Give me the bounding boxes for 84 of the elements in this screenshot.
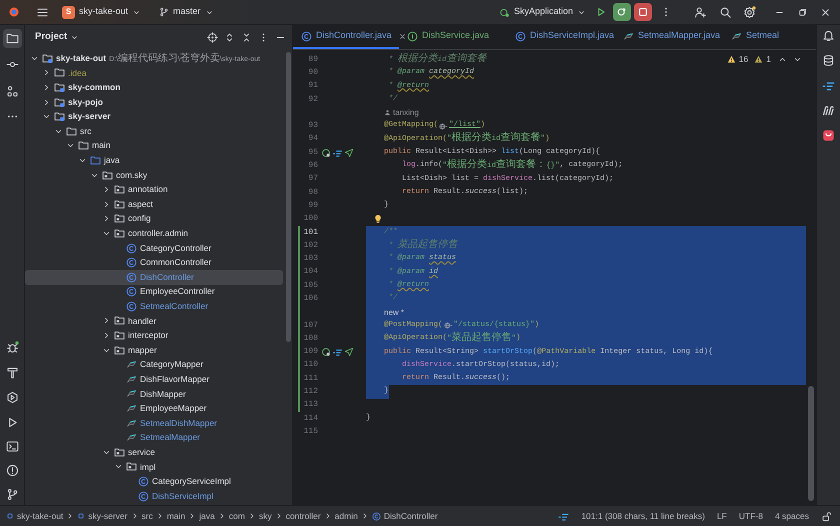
tree-item[interactable]: src bbox=[25, 124, 283, 139]
tree-item[interactable]: java bbox=[25, 153, 283, 168]
line-number: 94 bbox=[307, 133, 318, 146]
tree-item[interactable]: config bbox=[25, 212, 283, 226]
tree-item[interactable]: annotation bbox=[25, 182, 283, 197]
editor-tab[interactable]: DishServiceImpl.java bbox=[507, 25, 615, 49]
tree-item[interactable]: SetmealDishMapper bbox=[25, 416, 283, 430]
tree-item[interactable]: EmployeeController bbox=[25, 284, 283, 300]
project-badge: S bbox=[62, 6, 75, 18]
tree-item[interactable]: SetmealMapper bbox=[25, 430, 283, 446]
tree-item[interactable]: sky-common bbox=[25, 80, 283, 95]
line-number: 113 bbox=[302, 399, 318, 412]
tree-item[interactable]: handler bbox=[25, 314, 283, 328]
tree-item[interactable]: mapper bbox=[25, 342, 283, 358]
line-number: 106 bbox=[302, 292, 318, 305]
line-number: 110 bbox=[302, 359, 318, 372]
line-number: 109 bbox=[302, 346, 318, 358]
editor-tab[interactable]: DishController.java bbox=[293, 25, 399, 49]
line-number: 93 bbox=[307, 120, 318, 132]
line-number: 97 bbox=[307, 173, 318, 186]
line-number: 105 bbox=[302, 280, 318, 292]
author-hint[interactable]: tanxing bbox=[393, 106, 419, 120]
tree-item[interactable]: .idea bbox=[25, 66, 283, 80]
weak-warning-count[interactable]: 1 bbox=[766, 53, 771, 66]
tree-item[interactable]: CategoryMapper bbox=[25, 357, 283, 372]
editor-tab[interactable]: SetmealMapper.java bbox=[615, 25, 723, 49]
tree-item[interactable]: DishServiceImpl bbox=[25, 488, 283, 504]
line-number: 95 bbox=[307, 146, 318, 159]
editor-tab[interactable]: Setmeal bbox=[723, 25, 816, 49]
breadcrumb[interactable]: sky-take-out bbox=[6, 510, 64, 522]
line-number: 96 bbox=[307, 160, 318, 172]
project-view-selector[interactable]: Project bbox=[35, 30, 80, 45]
tree-item[interactable]: CategoryServiceImpl bbox=[25, 474, 283, 489]
caret-position[interactable]: 101:1 (308 chars, 11 line breaks) bbox=[581, 510, 705, 522]
line-number: 98 bbox=[307, 186, 318, 199]
line-number: 115 bbox=[302, 426, 318, 438]
line-number: 89 bbox=[307, 54, 318, 66]
warning-count[interactable]: 16 bbox=[738, 53, 748, 66]
line-separator[interactable]: LF bbox=[716, 510, 727, 522]
tree-item[interactable]: controller.admin bbox=[25, 226, 283, 241]
tree-item[interactable]: SetmealController bbox=[25, 299, 283, 314]
tree-item[interactable]: sky-pojo bbox=[25, 94, 283, 110]
tree-item[interactable]: CategoryController bbox=[25, 240, 283, 256]
line-number: 111 bbox=[302, 372, 318, 385]
breadcrumb[interactable]: com bbox=[228, 510, 245, 522]
tree-item[interactable]: interceptor bbox=[25, 328, 283, 343]
line-number: 108 bbox=[302, 332, 318, 345]
line-number: 101 bbox=[302, 226, 318, 238]
breadcrumb[interactable]: java bbox=[199, 510, 215, 522]
line-number: 99 bbox=[307, 200, 318, 212]
tree-item[interactable]: DishFlavorMapper bbox=[25, 372, 283, 387]
line-number: 107 bbox=[302, 320, 318, 332]
breadcrumb[interactable]: controller bbox=[286, 510, 321, 522]
branch-switcher[interactable]: master bbox=[156, 3, 217, 21]
tree-item[interactable]: impl bbox=[25, 460, 283, 474]
tree-item[interactable]: com.sky bbox=[25, 168, 283, 182]
line-number: 92 bbox=[307, 94, 318, 106]
tree-item[interactable]: DishMapper bbox=[25, 386, 283, 402]
breadcrumb[interactable]: sky-server bbox=[77, 510, 128, 522]
breadcrumb[interactable]: main bbox=[166, 510, 186, 522]
tree-item[interactable]: main bbox=[25, 138, 283, 154]
run-configuration[interactable]: SkyApplication bbox=[496, 3, 589, 21]
tree-item[interactable]: CommonController bbox=[25, 255, 283, 270]
tree-item[interactable]: sky-server bbox=[25, 109, 283, 124]
breadcrumb[interactable]: DishController bbox=[372, 510, 438, 522]
breadcrumb[interactable]: admin bbox=[334, 510, 358, 522]
tree-item[interactable]: service bbox=[25, 445, 283, 460]
breadcrumb[interactable]: src bbox=[142, 510, 153, 522]
line-number: 102 bbox=[302, 240, 318, 252]
breadcrumb[interactable]: sky bbox=[258, 510, 272, 522]
line-number: 112 bbox=[302, 386, 318, 398]
change-hint[interactable]: new * bbox=[384, 306, 404, 319]
line-number: 90 bbox=[307, 66, 318, 79]
line-number: 114 bbox=[302, 412, 318, 425]
line-number: 103 bbox=[302, 253, 318, 266]
line-number: 100 bbox=[302, 213, 318, 226]
line-number: 104 bbox=[302, 266, 318, 278]
editor-tab[interactable]: DishService.java bbox=[399, 25, 507, 49]
indent-setting[interactable]: 4 spaces bbox=[774, 510, 809, 522]
project-switcher[interactable]: S sky-take-out bbox=[59, 3, 144, 21]
file-encoding[interactable]: UTF-8 bbox=[738, 510, 763, 522]
tree-item[interactable]: EmployeeMapper bbox=[25, 401, 283, 416]
line-number: 91 bbox=[307, 80, 318, 92]
tree-item[interactable]: aspect bbox=[25, 196, 283, 212]
